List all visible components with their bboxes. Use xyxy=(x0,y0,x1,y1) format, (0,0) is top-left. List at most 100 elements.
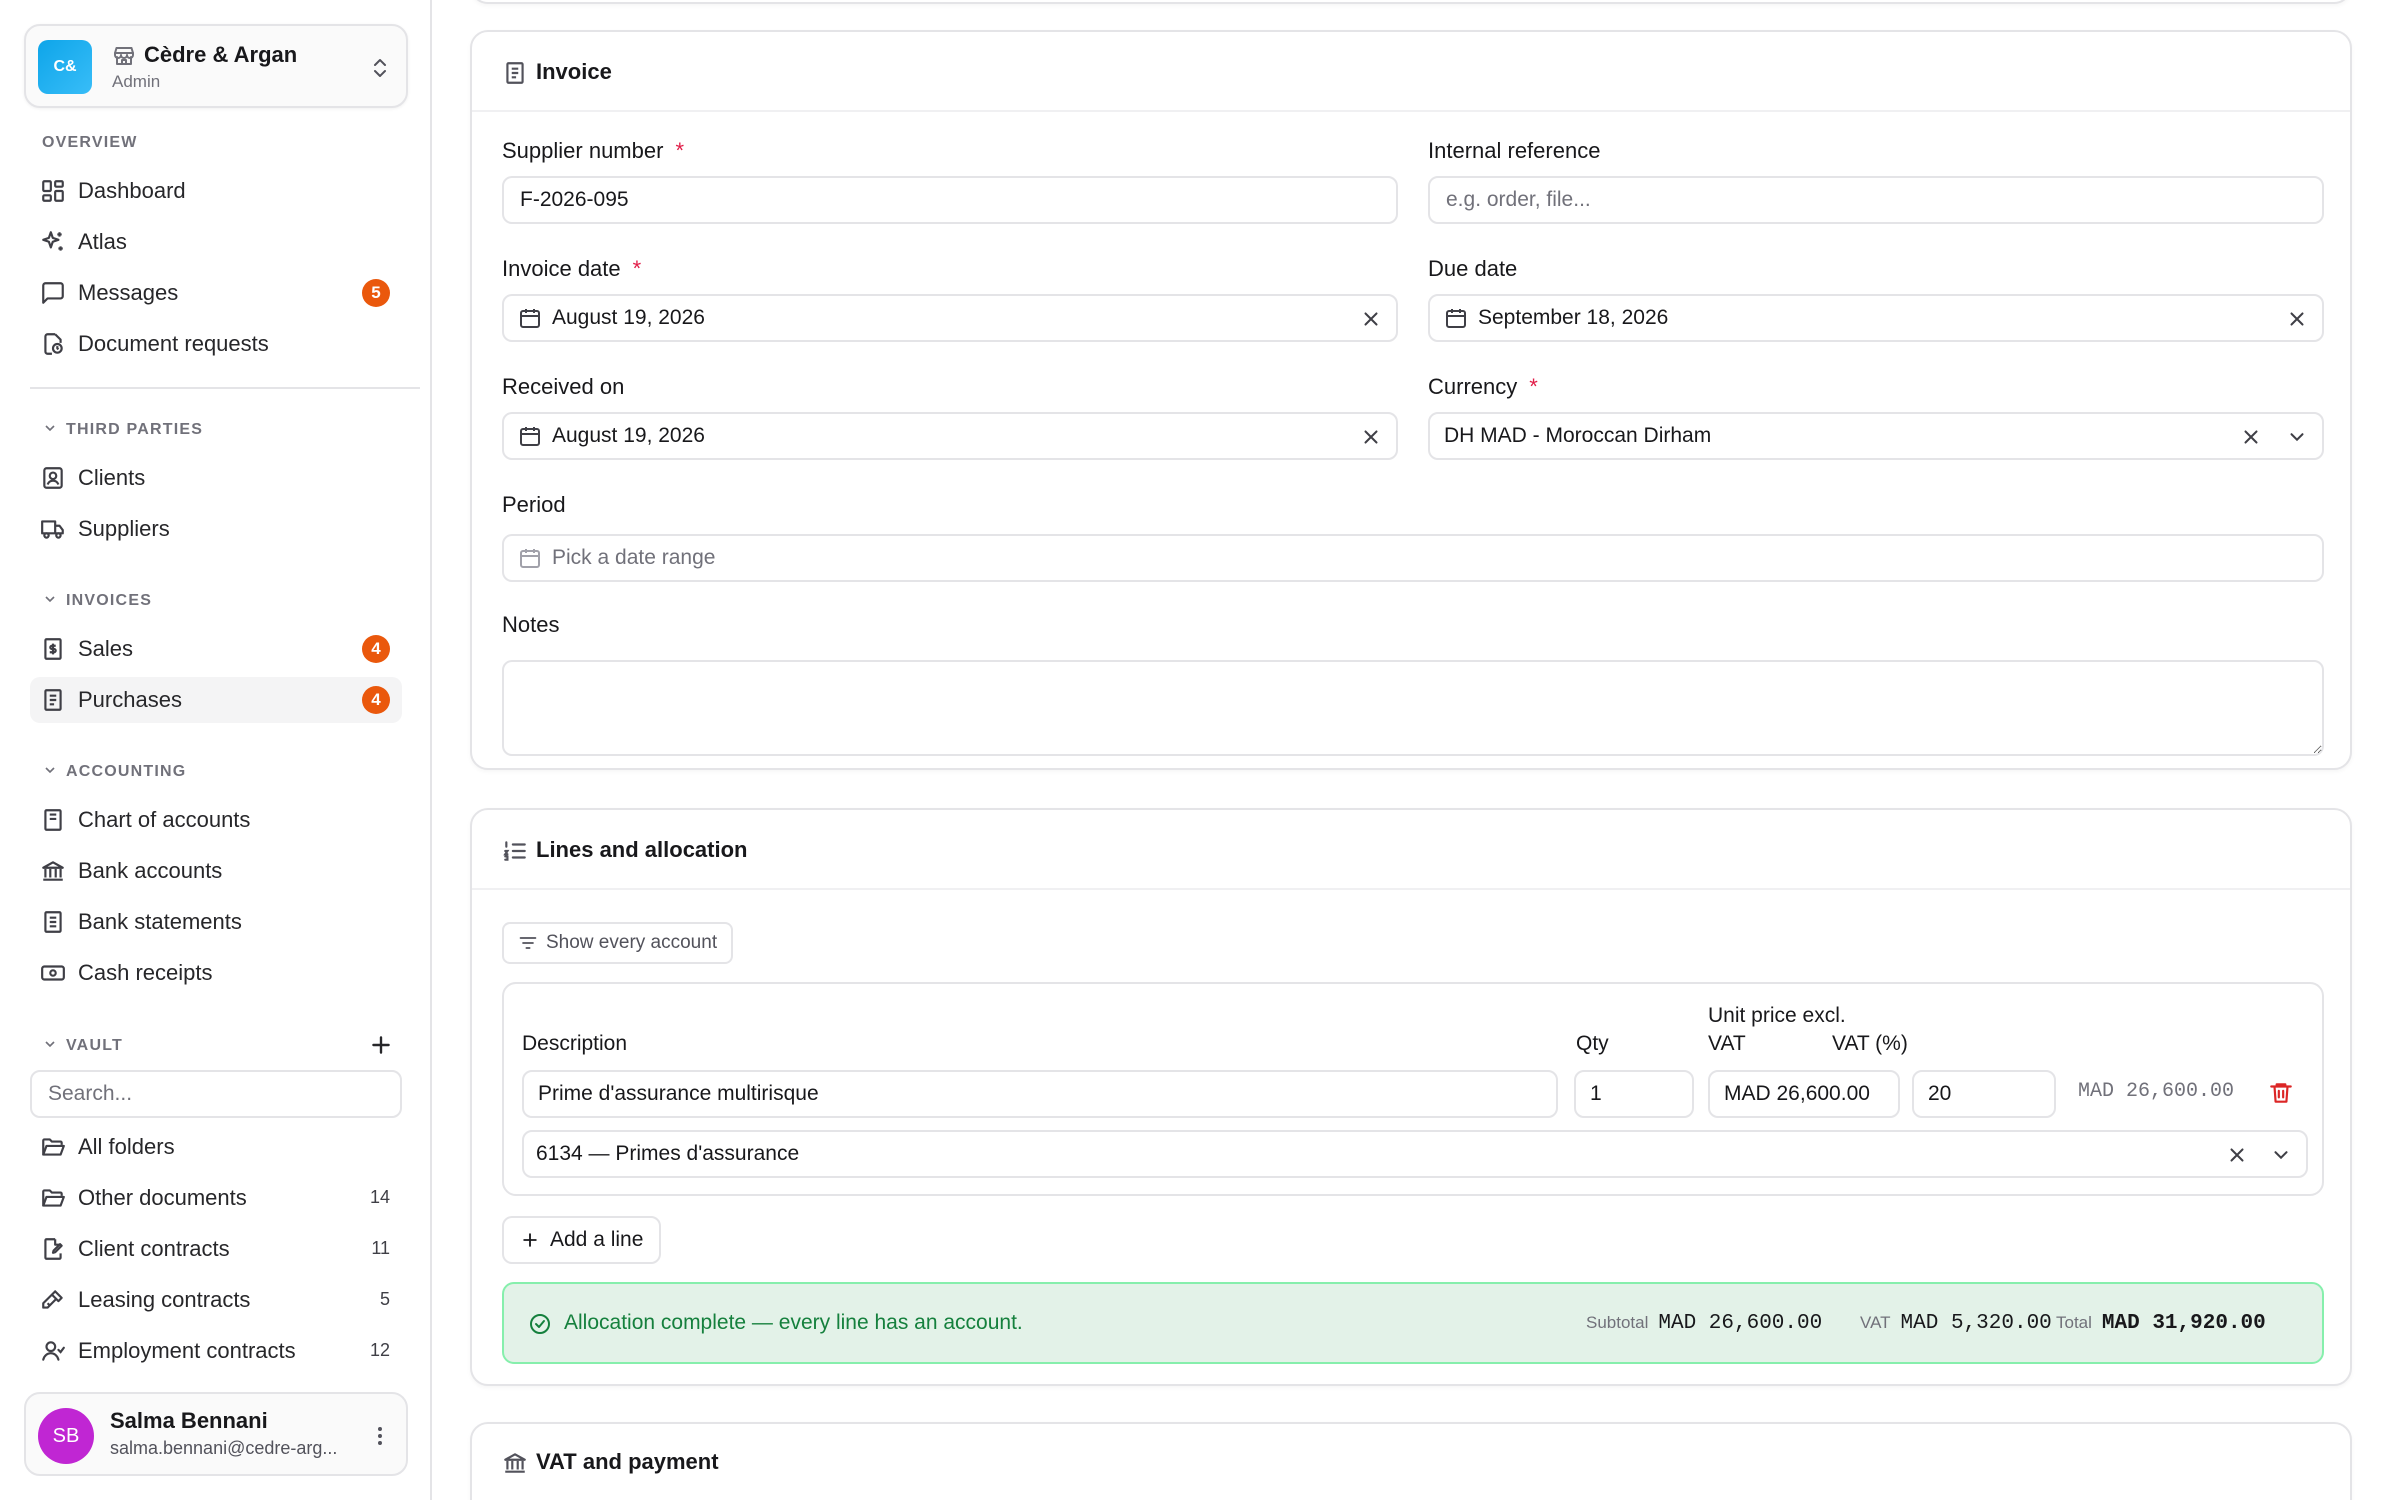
sidebar-item-other-documents[interactable]: Other documents 14 xyxy=(30,1175,402,1221)
sidebar-item-label: Messages xyxy=(78,280,179,305)
column-header-vat: VAT (%) xyxy=(1832,1032,1908,1055)
line-account-value: 6134 — Primes d'assurance xyxy=(536,1142,800,1165)
sidebar-item-label: Employment contracts xyxy=(78,1338,296,1363)
close-icon[interactable] xyxy=(1360,426,1382,448)
internal-reference-label: Internal reference xyxy=(1428,138,1601,163)
receipt-icon xyxy=(44,638,62,660)
section-label-vault[interactable]: VAULT xyxy=(42,1036,123,1055)
sidebar-item-leasing-contracts[interactable]: Leasing contracts 5 xyxy=(30,1277,402,1323)
line-account-select[interactable]: 6134 — Primes d'assurance xyxy=(522,1130,2308,1178)
add-line-button[interactable]: Add a line xyxy=(502,1216,662,1264)
sidebar-item-document-requests[interactable]: Document requests xyxy=(30,321,402,367)
sidebar-item-label: Other documents xyxy=(78,1185,247,1210)
item-count: 12 xyxy=(369,1340,390,1360)
line-description-input[interactable]: Prime d'assurance multirisque xyxy=(522,1070,1558,1118)
line-vat-input[interactable]: 20 xyxy=(1912,1070,2056,1118)
sidebar-item-label: Suppliers xyxy=(78,516,170,541)
more-vertical-icon[interactable] xyxy=(368,1422,392,1450)
sidebar-item-employment-contracts[interactable]: Employment contracts 12 xyxy=(30,1328,402,1374)
supplier-number-field[interactable] xyxy=(502,176,1398,224)
currency-select[interactable]: DH MAD - Moroccan Dirham xyxy=(1428,412,2324,460)
trash-icon[interactable] xyxy=(2268,1080,2294,1106)
card-title: VAT and payment xyxy=(536,1449,719,1474)
sidebar-item-sales[interactable]: Sales 4 xyxy=(30,626,402,672)
notes-label: Notes xyxy=(502,612,560,637)
subtotal: Subtotal MAD 26,600.00 xyxy=(1586,1312,1823,1335)
truck-icon xyxy=(41,520,64,539)
chevron-down-icon[interactable] xyxy=(2270,1144,2292,1166)
card-title: Invoice xyxy=(536,59,612,84)
section-label-overview: OVERVIEW xyxy=(42,134,138,151)
section-label-accounting[interactable]: ACCOUNTING xyxy=(42,762,186,781)
user-menu[interactable]: SB Salma Bennani salma.bennani@cedre-arg… xyxy=(24,1392,408,1476)
sidebar-item-client-contracts[interactable]: Client contracts 11 xyxy=(30,1226,402,1272)
chevron-down-icon[interactable] xyxy=(2286,426,2308,448)
sidebar-item-label: All folders xyxy=(78,1134,175,1159)
invoice-date-picker[interactable]: August 19, 2026 xyxy=(502,294,1398,342)
received-on-picker[interactable]: August 19, 2026 xyxy=(502,412,1398,460)
sidebar-item-bank-accounts[interactable]: Bank accounts xyxy=(30,848,402,894)
item-count: 14 xyxy=(369,1187,390,1207)
received-on-value: August 19, 2026 xyxy=(552,424,705,447)
statement-icon xyxy=(44,911,62,933)
item-count: 11 xyxy=(371,1238,390,1258)
supplier-number-label: Supplier number * xyxy=(502,138,684,163)
sidebar-item-messages[interactable]: Messages 5 xyxy=(30,270,402,316)
vault-search-input[interactable] xyxy=(30,1070,402,1118)
line-qty-input[interactable]: 1 xyxy=(1574,1070,1694,1118)
lines-card-header: Lines and allocation xyxy=(472,810,2350,890)
plus-icon[interactable] xyxy=(368,1032,394,1058)
invoice-card: Invoice Supplier number* Internal refere… xyxy=(470,30,2352,770)
sidebar-item-bank-statements[interactable]: Bank statements xyxy=(30,899,402,945)
sidebar-item-label: Atlas xyxy=(78,229,127,254)
due-date-label: Due date xyxy=(1428,256,1518,281)
sidebar-item-label: Bank accounts xyxy=(78,858,223,883)
sidebar-item-all-folders[interactable]: All folders xyxy=(30,1124,402,1170)
sidebar-item-cash-receipts[interactable]: Cash receipts xyxy=(30,950,402,996)
org-role: Admin xyxy=(112,72,161,91)
folder-open-icon xyxy=(42,1138,65,1156)
file-signature-icon xyxy=(44,1238,63,1260)
sidebar-item-clients[interactable]: Clients xyxy=(30,455,402,501)
sidebar-item-atlas[interactable]: Atlas xyxy=(30,219,402,265)
section-label-invoices[interactable]: INVOICES xyxy=(42,591,152,610)
sidebar-item-suppliers[interactable]: Suppliers xyxy=(30,506,402,552)
close-icon[interactable] xyxy=(1360,308,1382,330)
invoice-lines-table: Description Qty Unit price excl. VAT VAT … xyxy=(502,982,2324,1196)
period-placeholder: Pick a date range xyxy=(552,546,716,569)
close-icon[interactable] xyxy=(2240,426,2262,448)
close-icon[interactable] xyxy=(2286,308,2308,330)
sidebar-item-purchases[interactable]: Purchases 4 xyxy=(30,677,402,723)
allocation-status-banner: Allocation complete — every line has an … xyxy=(502,1282,2324,1364)
show-every-account-button[interactable]: Show every account xyxy=(502,922,734,964)
calendar-icon xyxy=(520,427,540,446)
organization-switcher[interactable]: C& Cèdre & Argan Admin xyxy=(24,24,408,108)
sidebar-item-chart-of-accounts[interactable]: Chart of accounts xyxy=(30,797,402,843)
column-header-qty: Qty xyxy=(1576,1032,1609,1055)
chevron-down-icon xyxy=(45,1041,55,1048)
file-text-icon xyxy=(506,62,524,84)
sidebar-item-dashboard[interactable]: Dashboard xyxy=(30,168,402,214)
list-ordered-icon xyxy=(503,841,526,861)
notes-textarea[interactable] xyxy=(502,660,2324,756)
sidebar-item-label: Sales xyxy=(78,636,134,661)
section-label-third-parties[interactable]: THIRD PARTIES xyxy=(42,420,203,439)
period-range-picker[interactable]: Pick a date range xyxy=(502,534,2324,582)
currency-label: Currency * xyxy=(1428,374,1538,399)
due-date-picker[interactable]: September 18, 2026 xyxy=(1428,294,2324,342)
org-logo: C& xyxy=(38,40,92,94)
received-on-label: Received on xyxy=(502,374,625,399)
vat-payment-card: VAT and payment xyxy=(470,1422,2352,1500)
line-unit-price-input[interactable]: MAD 26,600.00 xyxy=(1708,1070,1900,1118)
internal-reference-input[interactable] xyxy=(1430,188,2322,212)
check-circle-icon xyxy=(530,1314,550,1334)
dashboard-icon xyxy=(42,180,64,202)
vat-payment-card-header: VAT and payment xyxy=(472,1424,2350,1500)
supplier-number-input[interactable] xyxy=(504,188,1396,212)
store-icon xyxy=(114,47,134,65)
sidebar-item-label: Clients xyxy=(78,465,146,490)
book-icon xyxy=(44,809,62,831)
invoice-card-header: Invoice xyxy=(472,32,2350,112)
internal-reference-field[interactable] xyxy=(1428,176,2324,224)
close-icon[interactable] xyxy=(2226,1144,2248,1166)
